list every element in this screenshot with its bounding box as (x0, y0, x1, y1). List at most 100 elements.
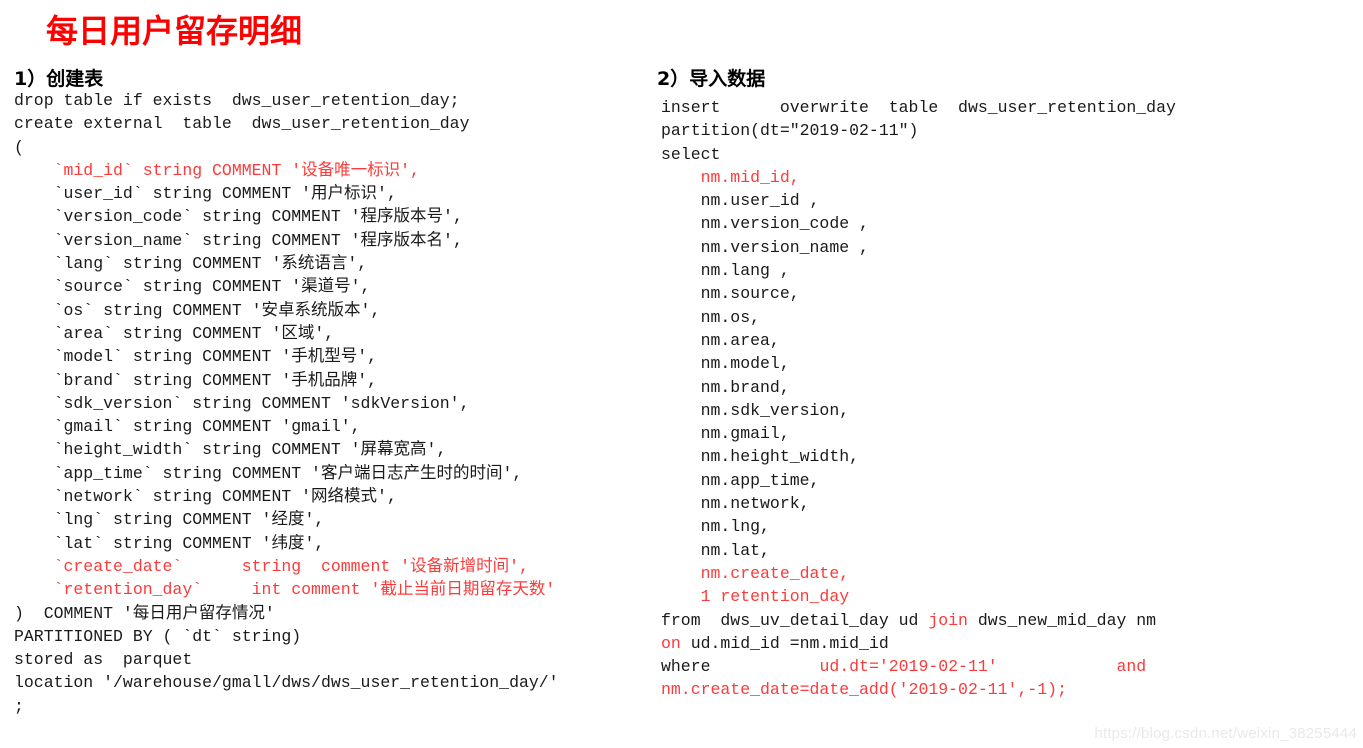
code-line: ; (14, 695, 654, 718)
code-token: nm.brand, (661, 377, 790, 397)
code-token: ) COMMENT '每日用户留存情况' (14, 603, 275, 623)
code-line: ( (14, 136, 654, 159)
code-token: PARTITIONED BY ( `dt` string) (14, 626, 302, 646)
code-token: `lang` string COMMENT '系统语言', (14, 254, 368, 274)
code-token: partition(dt="2019-02-11") (661, 121, 919, 141)
code-token: `retention_day` int comment '截止当前日期留存天数' (14, 580, 556, 600)
code-token: 1 retention_day (661, 587, 850, 607)
code-line: nm.os, (661, 306, 1361, 329)
code-line: 1 retention_day (661, 585, 1361, 608)
code-line: nm.sdk_version, (661, 399, 1361, 422)
code-token: `lng` string COMMENT '经度', (14, 510, 325, 530)
code-token: nm.create_date=date_add('2019-02-11',-1)… (661, 680, 1067, 700)
code-token: `gmail` string COMMENT 'gmail', (14, 417, 361, 437)
code-token: nm.lat, (661, 540, 770, 560)
section-heading-create-table: 1）创建表 (14, 68, 104, 90)
code-block-create-table: drop table if exists dws_user_retention_… (14, 89, 654, 718)
code-line: nm.mid_id, (661, 166, 1361, 189)
code-line: drop table if exists dws_user_retention_… (14, 89, 654, 112)
code-token: ud.mid_id =nm.mid_id (680, 633, 889, 653)
code-line: nm.source, (661, 282, 1361, 305)
code-line: `source` string COMMENT '渠道号', (14, 275, 654, 298)
code-line: nm.lng, (661, 515, 1361, 538)
code-token: nm.network, (661, 494, 810, 514)
code-token: stored as parquet (14, 650, 193, 670)
code-line: nm.height_width, (661, 445, 1361, 468)
code-token: nm.gmail, (661, 424, 790, 444)
code-line: PARTITIONED BY ( `dt` string) (14, 625, 654, 648)
code-line: `os` string COMMENT '安卓系统版本', (14, 299, 654, 322)
code-block-import-data: insert overwrite table dws_user_retentio… (661, 96, 1361, 702)
code-token: `app_time` string COMMENT '客户端日志产生时的时间', (14, 463, 523, 483)
code-token: `os` string COMMENT '安卓系统版本', (14, 300, 381, 320)
code-token: `lat` string COMMENT '纬度', (14, 533, 325, 553)
code-token: nm.source, (661, 284, 800, 304)
code-line: `mid_id` string COMMENT '设备唯一标识', (14, 159, 654, 182)
code-line: nm.user_id , (661, 189, 1361, 212)
code-line: nm.model, (661, 352, 1361, 375)
code-token: ud.dt='2019-02-11' (819, 657, 998, 677)
code-token: join (928, 610, 968, 630)
code-token: location '/warehouse/gmall/dws/dws_user_… (14, 673, 559, 693)
code-line: `area` string COMMENT '区域', (14, 322, 654, 345)
code-line: ) COMMENT '每日用户留存情况' (14, 602, 654, 625)
code-line: `version_code` string COMMENT '程序版本号', (14, 205, 654, 228)
code-line: from dws_uv_detail_day ud join dws_new_m… (661, 609, 1361, 632)
code-line: nm.gmail, (661, 422, 1361, 445)
code-line: stored as parquet (14, 648, 654, 671)
code-token: nm.app_time, (661, 470, 820, 490)
code-line: nm.brand, (661, 376, 1361, 399)
code-line: `network` string COMMENT '网络模式', (14, 485, 654, 508)
code-token: ( (14, 137, 24, 157)
code-line: nm.lang , (661, 259, 1361, 282)
watermark-text: https://blog.csdn.net/weixin_38255444 (1094, 725, 1357, 742)
code-line: `gmail` string COMMENT 'gmail', (14, 415, 654, 438)
code-line: create external table dws_user_retention… (14, 112, 654, 135)
code-line: `user_id` string COMMENT '用户标识', (14, 182, 654, 205)
code-line: `lng` string COMMENT '经度', (14, 508, 654, 531)
code-line: `brand` string COMMENT '手机品牌', (14, 369, 654, 392)
code-line: nm.app_time, (661, 469, 1361, 492)
code-token: `create_date` string comment '设备新增时间', (14, 556, 529, 576)
code-token: select (661, 144, 721, 164)
code-token: where (661, 657, 820, 677)
code-token: nm.model, (661, 354, 790, 374)
code-token: `brand` string COMMENT '手机品牌', (14, 370, 378, 390)
code-line: `lang` string COMMENT '系统语言', (14, 252, 654, 275)
code-line: nm.version_name , (661, 236, 1361, 259)
code-line: nm.lat, (661, 539, 1361, 562)
code-token: drop table if exists dws_user_retention_… (14, 91, 460, 110)
code-line: `height_width` string COMMENT '屏幕宽高', (14, 438, 654, 461)
code-line: `lat` string COMMENT '纬度', (14, 532, 654, 555)
code-line: partition(dt="2019-02-11") (661, 119, 1361, 142)
code-line: `model` string COMMENT '手机型号', (14, 345, 654, 368)
code-line: `version_name` string COMMENT '程序版本名', (14, 229, 654, 252)
code-token: `version_code` string COMMENT '程序版本号', (14, 207, 463, 227)
code-line: `create_date` string comment '设备新增时间', (14, 555, 654, 578)
code-line: location '/warehouse/gmall/dws/dws_user_… (14, 671, 654, 694)
page-title: 每日用户留存明细 (46, 12, 303, 50)
code-line: nm.create_date=date_add('2019-02-11',-1)… (661, 678, 1361, 701)
code-token: nm.sdk_version, (661, 400, 850, 420)
code-line: nm.create_date, (661, 562, 1361, 585)
code-token: `user_id` string COMMENT '用户标识', (14, 184, 397, 204)
code-token: `mid_id` string COMMENT '设备唯一标识', (14, 160, 420, 180)
code-line: nm.network, (661, 492, 1361, 515)
code-token: nm.version_name , (661, 237, 869, 257)
code-token: on (661, 633, 681, 653)
code-line: insert overwrite table dws_user_retentio… (661, 96, 1361, 119)
code-token: nm.lang , (661, 261, 790, 281)
code-token: from dws_uv_detail_day ud (661, 610, 929, 630)
code-token: ; (14, 696, 24, 716)
code-token: nm.lng, (661, 517, 770, 537)
code-line: select (661, 143, 1361, 166)
code-line: `app_time` string COMMENT '客户端日志产生时的时间', (14, 462, 654, 485)
code-token: nm.height_width, (661, 447, 860, 467)
code-line: `sdk_version` string COMMENT 'sdkVersion… (14, 392, 654, 415)
code-token: dws_new_mid_day nm (967, 610, 1157, 630)
code-token: nm.os, (661, 307, 761, 327)
code-token: create external table dws_user_retention… (14, 114, 470, 134)
code-line: where ud.dt='2019-02-11' and (661, 655, 1361, 678)
code-token: nm.create_date, (661, 563, 850, 583)
